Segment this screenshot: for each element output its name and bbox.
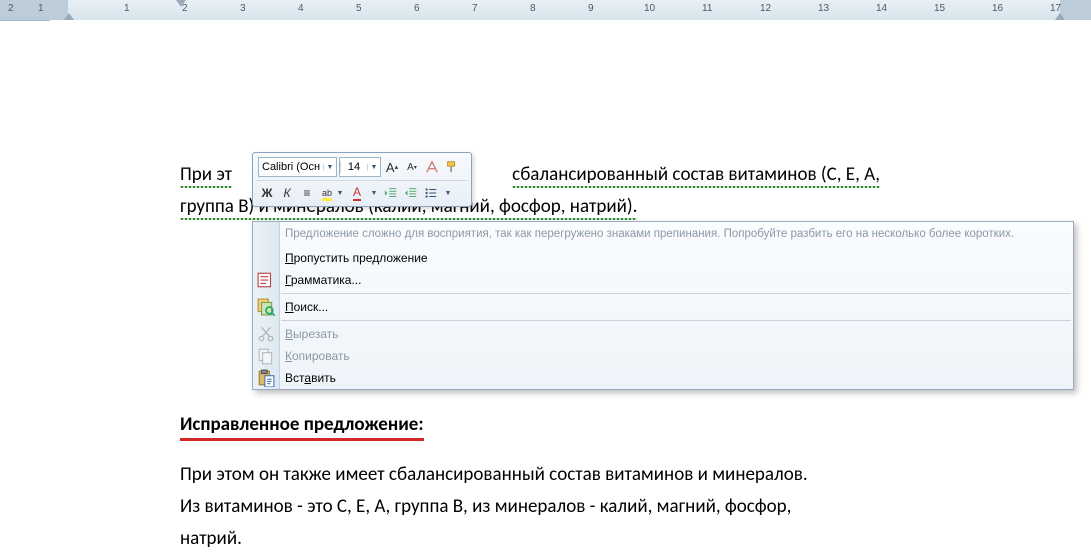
ruler-num: 10	[644, 3, 655, 14]
highlight-swatch	[322, 198, 332, 201]
font-color-button[interactable]: A	[348, 184, 366, 202]
copy-icon	[257, 347, 275, 365]
paste-icon	[257, 369, 275, 387]
ruler-num: 16	[992, 3, 1003, 14]
mini-toolbar: Calibri (Осн ▼ 14 ▼ A▴ A▾ Ж К ≡ ab ▼ A ▼	[252, 152, 472, 207]
text-fragment: При эт	[180, 163, 232, 186]
paragraph-corrected-line1[interactable]: При этом он также имеет сбалансированный…	[180, 460, 808, 490]
ruler-num: 1	[38, 3, 44, 14]
styles-button[interactable]	[423, 158, 441, 176]
ruler-num: 9	[588, 3, 594, 14]
heading-text: Исправленное предложение:	[180, 413, 424, 441]
format-painter-button[interactable]	[443, 158, 461, 176]
menu-label: вить	[311, 371, 336, 385]
text-fragment: сбалансированный состав витаминов (С, Е,…	[512, 163, 880, 186]
grammar-suggestion-text: Предложение сложно для восприятия, так к…	[253, 222, 1073, 247]
ruler-num: 1	[124, 3, 130, 14]
ruler-num: 3	[240, 3, 246, 14]
menu-paste[interactable]: Вставить	[253, 367, 1073, 389]
chevron-down-icon[interactable]: ▼	[368, 190, 380, 197]
grammar-icon	[257, 271, 275, 289]
menu-copy: Копировать	[253, 345, 1073, 367]
menu-separator	[281, 320, 1071, 321]
ruler-num: 13	[818, 3, 829, 14]
font-size-combo[interactable]: 14 ▼	[339, 157, 381, 177]
search-icon	[257, 298, 275, 316]
align-center-button[interactable]: ≡	[298, 184, 316, 202]
ruler-num: 4	[298, 3, 304, 14]
decrease-indent-button[interactable]	[382, 184, 400, 202]
ruler-num: 5	[356, 3, 362, 14]
ruler-num: 14	[876, 3, 887, 14]
heading-corrected[interactable]: Исправленное предложение:	[180, 410, 424, 440]
menu-lookup[interactable]: Поиск...	[253, 296, 1073, 318]
chevron-down-icon[interactable]: ▼	[323, 164, 336, 171]
font-size-value: 14	[340, 161, 367, 173]
ruler-num: 17	[1050, 3, 1061, 14]
paragraph-corrected-line3[interactable]: натрий.	[180, 524, 242, 554]
font-name-value: Calibri (Осн	[259, 161, 323, 173]
ruler-num: 12	[760, 3, 771, 14]
grow-font-button[interactable]: A▴	[383, 158, 401, 176]
chevron-down-icon[interactable]: ▼	[334, 190, 346, 197]
context-menu: Предложение сложно для восприятия, так к…	[252, 221, 1074, 390]
ruler-num: 8	[530, 3, 536, 14]
menu-label: ырезать	[293, 327, 338, 341]
bullet-list-button[interactable]	[422, 184, 440, 202]
ruler-num: 2	[182, 3, 188, 14]
ruler-num: 11	[702, 3, 712, 14]
menu-skip-sentence[interactable]: Пропустить предложение	[253, 247, 1073, 269]
ruler-num: 15	[934, 3, 945, 14]
menu-grammar[interactable]: Грамматика...	[253, 269, 1073, 291]
shrink-font-button[interactable]: A▾	[403, 158, 421, 176]
menu-cut: Вырезать	[253, 323, 1073, 345]
menu-label: оиск...	[294, 300, 329, 314]
menu-label: ропустить предложение	[294, 251, 428, 265]
increase-indent-button[interactable]	[402, 184, 420, 202]
horizontal-ruler[interactable]: 2 1 1 2 3 4 5 6 7 8 9 10 11 12 13 14 15 …	[0, 0, 1091, 21]
scissors-icon	[257, 325, 275, 343]
chevron-down-icon[interactable]: ▼	[442, 190, 454, 197]
ruler-num: 6	[414, 3, 420, 14]
italic-button[interactable]: К	[278, 184, 296, 202]
paragraph-corrected-line2[interactable]: Из витаминов - это С, Е, А, группа В, из…	[180, 492, 791, 522]
menu-separator	[281, 293, 1071, 294]
menu-label: рамматика...	[291, 273, 362, 287]
menu-label: опировать	[292, 349, 350, 363]
ruler-num: 7	[472, 3, 478, 14]
chevron-down-icon[interactable]: ▼	[367, 164, 380, 171]
ruler-num: 2	[8, 3, 14, 14]
font-name-combo[interactable]: Calibri (Осн ▼	[258, 157, 337, 177]
bold-button[interactable]: Ж	[258, 184, 276, 202]
